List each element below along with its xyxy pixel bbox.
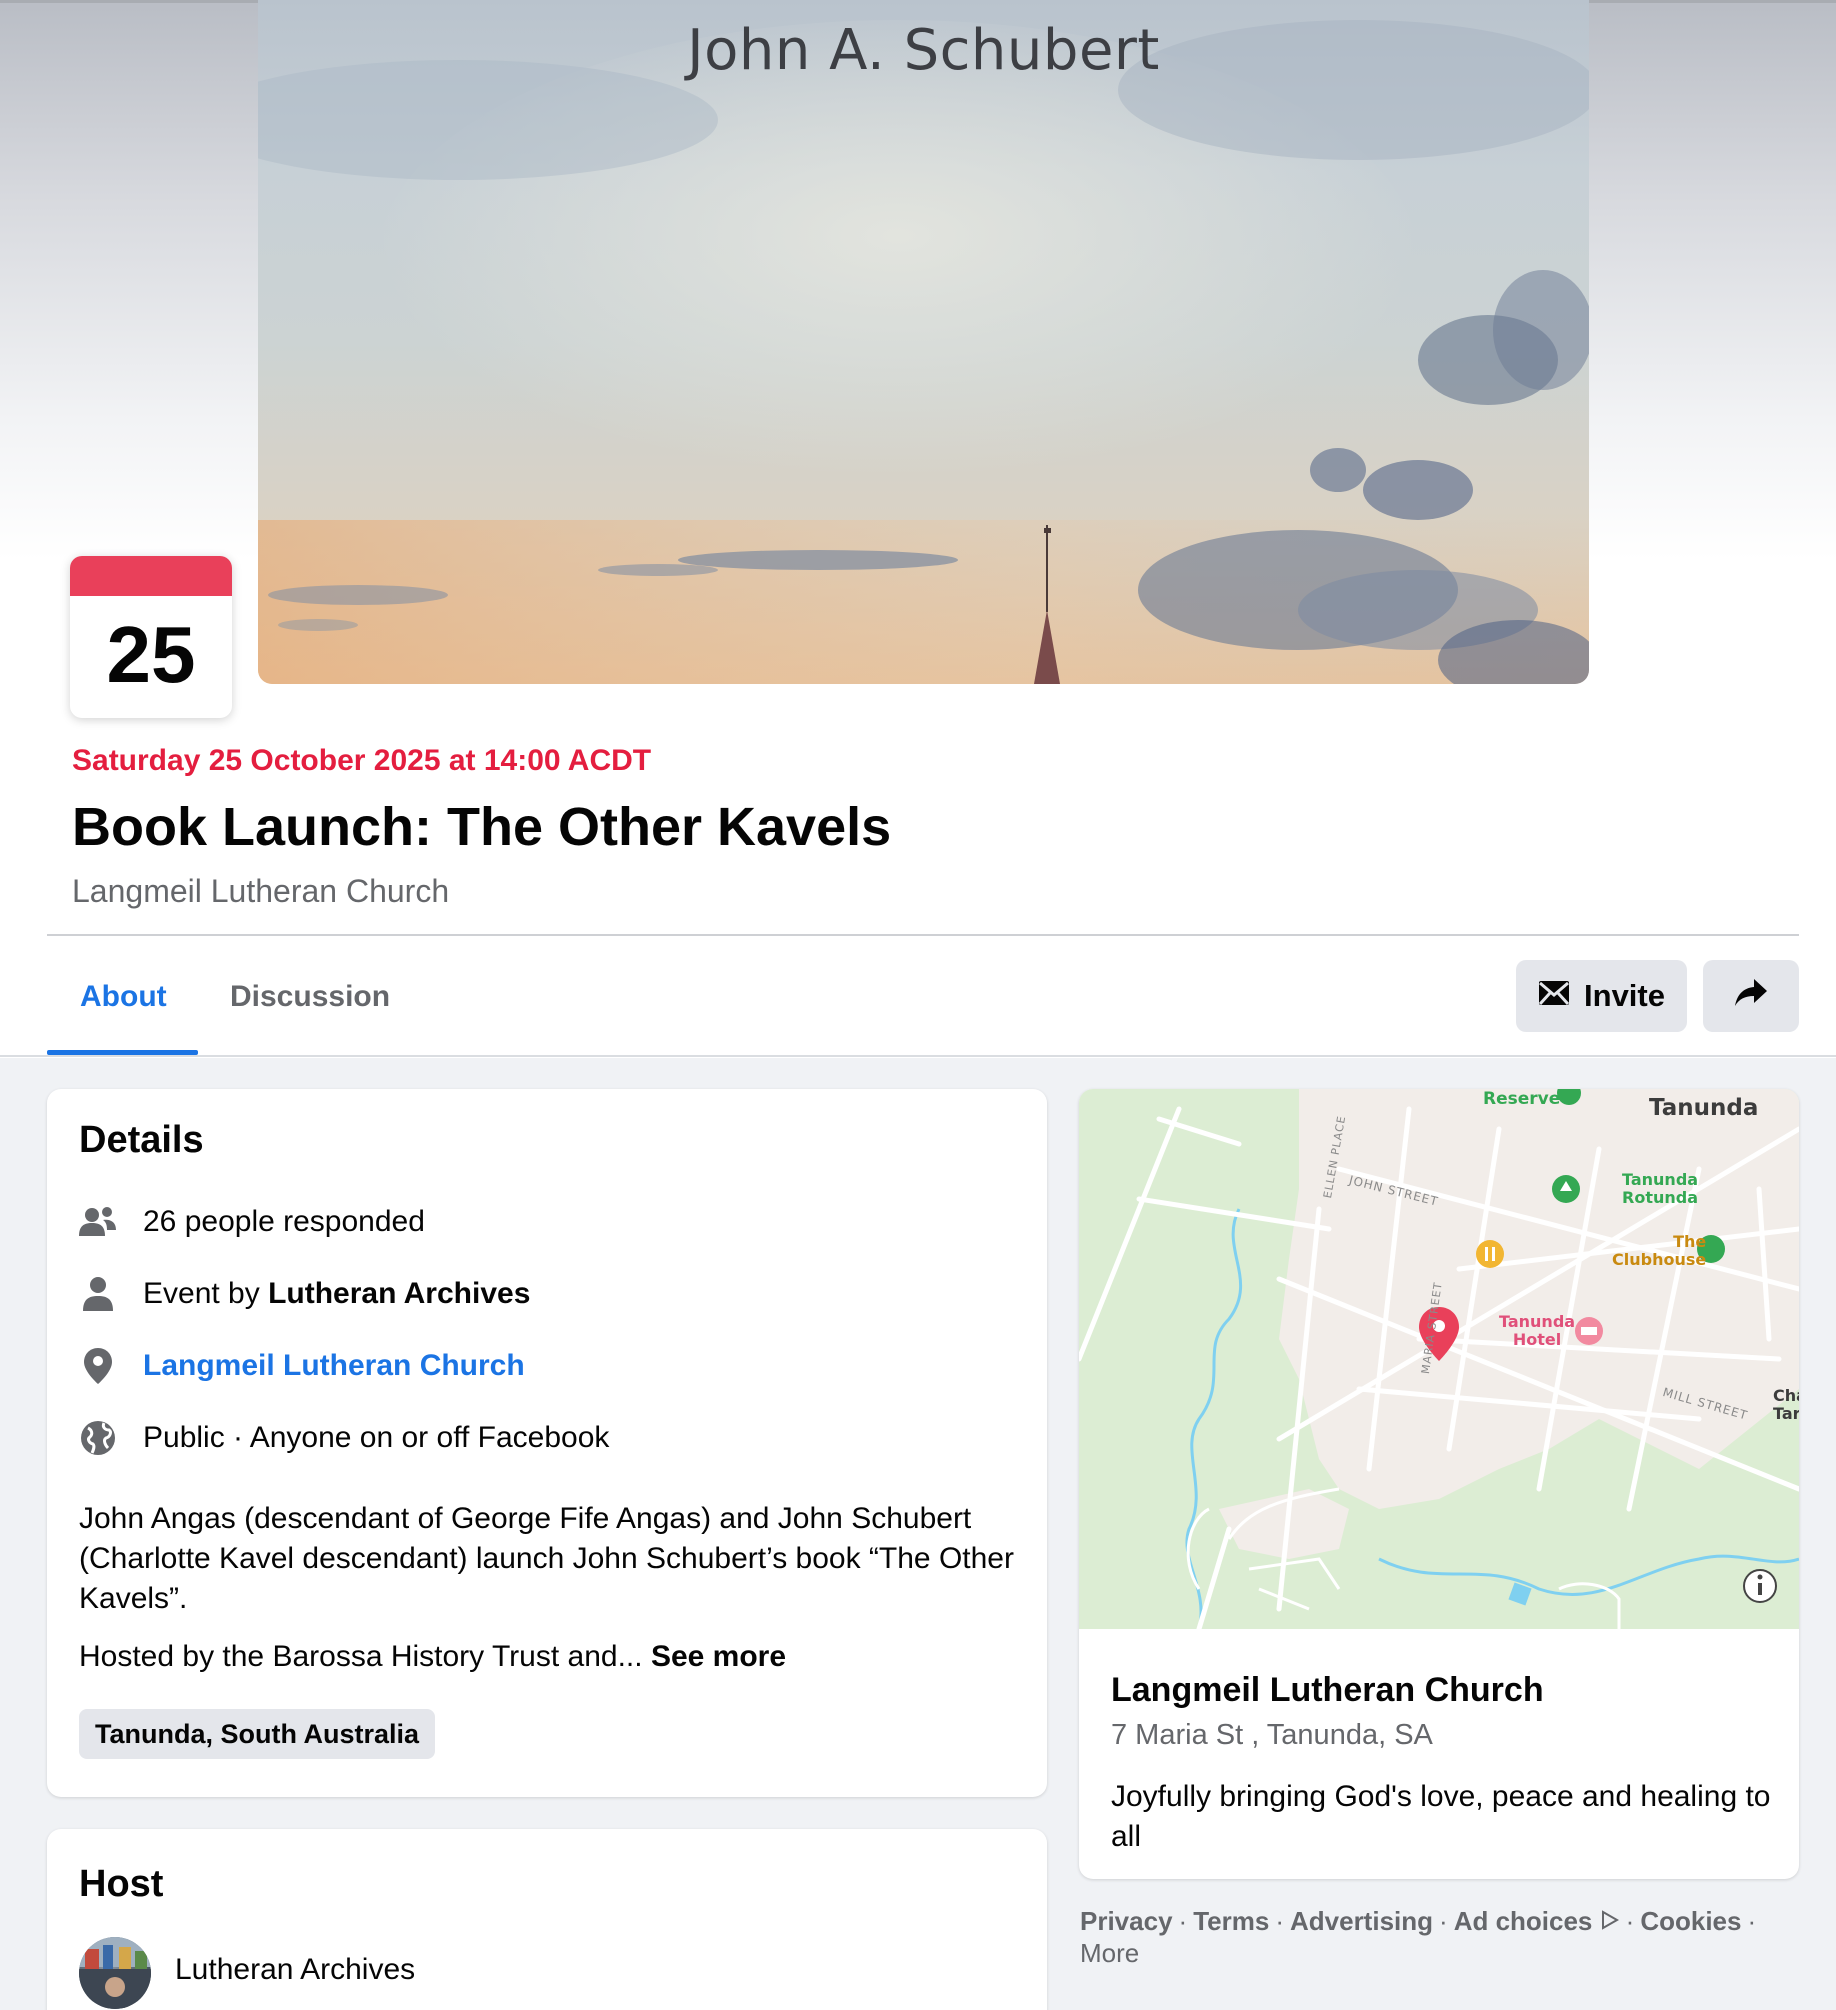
map-label-edge-line1: Cha — [1773, 1386, 1799, 1405]
privacy-row: Public · Anyone on or off Facebook — [79, 1419, 609, 1457]
map[interactable]: Reserve Tanunda Tanunda Rotunda The Club… — [1079, 1089, 1799, 1632]
responded-row[interactable]: 26 people responded — [79, 1203, 425, 1241]
event-venue[interactable]: Langmeil Lutheran Church — [72, 873, 449, 910]
footer-links: Privacy · Terms · Advertising · Ad choices · Co… — [1080, 1905, 1800, 1969]
invite-button[interactable]: Invite — [1516, 960, 1687, 1032]
event-title: Book Launch: The Other Kavels — [72, 797, 892, 857]
people-icon — [79, 1203, 117, 1241]
location-card: Reserve Tanunda Tanunda Rotunda The Club… — [1079, 1089, 1799, 1879]
tab-discussion[interactable]: Discussion — [230, 980, 390, 1014]
map-label-hotel: Tanunda Hotel — [1499, 1313, 1575, 1349]
calendar-header-bar — [70, 556, 232, 596]
map-label-reserve: Reserve — [1483, 1089, 1561, 1109]
event-by-row: Event by Lutheran Archives — [79, 1275, 530, 1313]
map-label-rotunda: Tanunda Rotunda — [1622, 1171, 1698, 1207]
description-continuation: Hosted by the Barossa History Trust and.… — [79, 1640, 643, 1673]
map-label-clubhouse-line1: The — [1673, 1232, 1707, 1251]
footer-separator: · — [1178, 1906, 1188, 1936]
cover-photo[interactable]: John A. Schubert — [258, 0, 1589, 684]
header-divider — [47, 934, 1799, 936]
footer-separator: · — [1275, 1906, 1284, 1936]
map-label-hotel-line2: Hotel — [1512, 1330, 1562, 1349]
event-header: John A. Schubert 25 Saturday 25 October … — [0, 0, 1836, 1058]
map-label-clubhouse: The Clubhouse — [1612, 1233, 1706, 1269]
map-label-edge: Cha Tar — [1773, 1387, 1799, 1423]
event-datetime: Saturday 25 October 2025 at 14:00 ACDT — [72, 744, 652, 777]
footer-terms-link[interactable]: Terms — [1193, 1906, 1269, 1936]
map-label-edge-line2: Tar — [1773, 1404, 1799, 1423]
map-label-rotunda-line2: Rotunda — [1622, 1188, 1699, 1207]
responded-text: 26 people responded — [143, 1205, 425, 1238]
map-label-tanunda: Tanunda — [1649, 1095, 1759, 1121]
footer-cookies-link[interactable]: Cookies — [1640, 1906, 1741, 1936]
event-by-prefix: Event by — [143, 1277, 260, 1310]
location-address: 7 Maria St , Tanunda, SA — [1111, 1719, 1433, 1751]
see-more-link[interactable]: See more — [651, 1640, 786, 1673]
footer-separator: · — [1625, 1906, 1635, 1936]
details-heading: Details — [79, 1119, 204, 1161]
event-description: John Angas (descendant of George Fife An… — [79, 1502, 1014, 1615]
footer-privacy-link[interactable]: Privacy — [1080, 1906, 1173, 1936]
cover-author-text: John A. Schubert — [687, 18, 1160, 83]
map-label-hotel-line1: Tanunda — [1499, 1312, 1576, 1331]
location-chip[interactable]: Tanunda, South Australia — [79, 1709, 436, 1759]
footer-ad-choices-link[interactable]: Ad choices — [1454, 1906, 1593, 1936]
map-pin-icon — [79, 1347, 117, 1385]
person-icon — [79, 1275, 117, 1313]
map-label-rotunda-line1: Tanunda — [1622, 1170, 1699, 1189]
host-card: Host Lutheran Archives — [47, 1829, 1047, 2010]
event-calendar-badge: 25 — [70, 556, 232, 718]
share-button[interactable] — [1703, 960, 1799, 1032]
footer-separator: · — [1439, 1906, 1448, 1936]
details-card: Details 26 people responded Event by Lut… — [47, 1089, 1047, 1797]
event-by-name[interactable]: Lutheran Archives — [268, 1277, 530, 1310]
globe-icon — [79, 1419, 117, 1457]
privacy-text: Public · Anyone on or off Facebook — [143, 1421, 610, 1454]
host-heading: Host — [79, 1863, 164, 1905]
calendar-day: 25 — [106, 610, 196, 699]
footer-separator: · — [1747, 1906, 1757, 1936]
footer-advertising-link[interactable]: Advertising — [1290, 1906, 1433, 1936]
tab-about[interactable]: About — [80, 980, 167, 1014]
share-arrow-icon — [1734, 977, 1768, 1015]
map-label-clubhouse-line2: Clubhouse — [1612, 1250, 1707, 1269]
host-name[interactable]: Lutheran Archives — [175, 1953, 415, 1987]
event-description-truncated: Hosted by the Barossa History Trust and.… — [79, 1637, 1039, 1677]
envelope-icon — [1538, 978, 1570, 1014]
location-link[interactable]: Langmeil Lutheran Church — [143, 1349, 525, 1383]
header-bottom-border — [0, 1055, 1836, 1057]
location-description: Joyfully bringing God's love, peace and … — [1111, 1780, 1771, 1853]
location-row[interactable]: Langmeil Lutheran Church — [79, 1347, 525, 1385]
host-avatar[interactable] — [79, 1937, 151, 2009]
cover-painting — [258, 0, 1589, 684]
location-name[interactable]: Langmeil Lutheran Church — [1111, 1671, 1544, 1710]
invite-label: Invite — [1584, 978, 1665, 1013]
ad-choices-icon — [1600, 1906, 1620, 1936]
footer-more-link[interactable]: More — [1080, 1938, 1139, 1968]
